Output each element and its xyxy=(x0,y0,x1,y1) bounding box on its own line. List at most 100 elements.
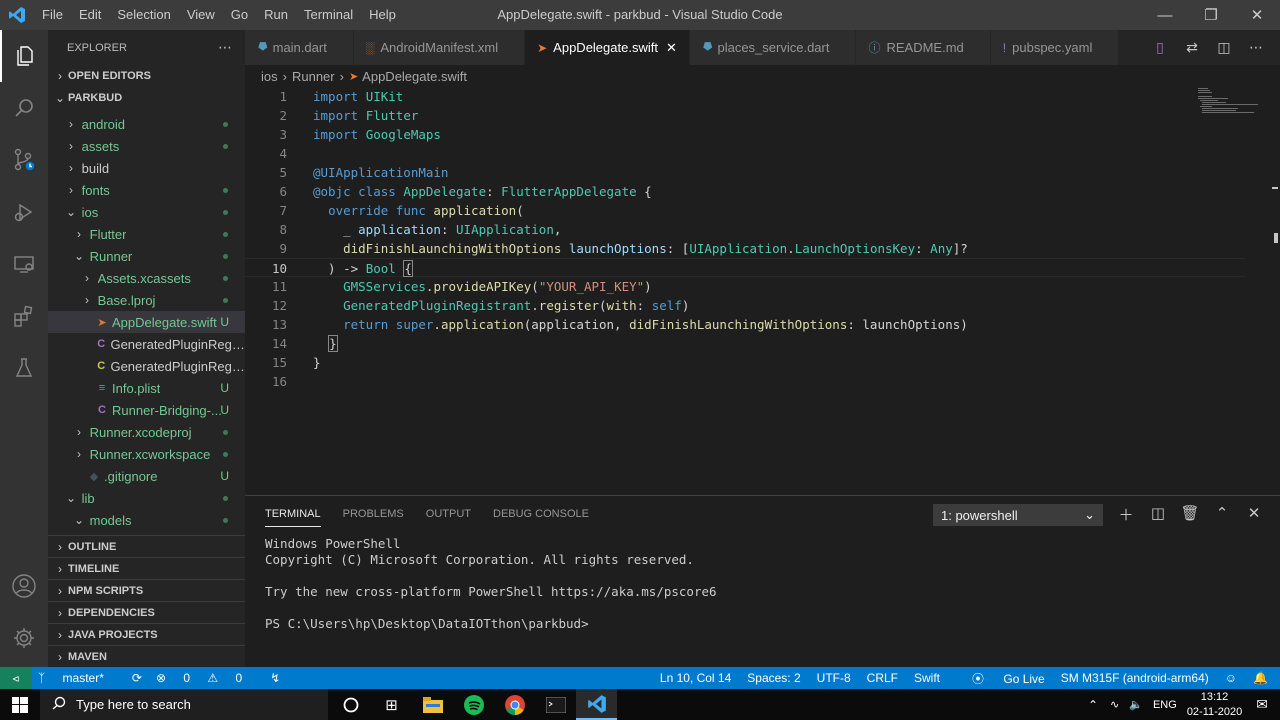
panel-tab-output[interactable]: OUTPUT xyxy=(426,508,471,527)
section-npm-scripts[interactable]: › NPM SCRIPTS xyxy=(48,579,245,601)
project-section[interactable]: ⌄ PARKBUD xyxy=(48,87,245,109)
close-panel-icon[interactable]: ✕ xyxy=(1238,504,1270,525)
terminal-app-icon[interactable] xyxy=(535,689,576,720)
tree-item[interactable]: › android xyxy=(48,113,245,135)
restore-icon[interactable]: ❐ xyxy=(1188,0,1234,30)
go-live-button[interactable]: ⦿ Go Live xyxy=(956,670,1045,687)
cursor-position[interactable]: Ln 10, Col 14 xyxy=(660,671,731,685)
menu-run[interactable]: Run xyxy=(256,0,296,30)
spotify-icon[interactable] xyxy=(453,689,494,720)
lightning-icon[interactable]: ↯ xyxy=(270,671,280,685)
panel-tab-debug-console[interactable]: DEBUG CONSOLE xyxy=(493,508,589,527)
tab-places-service-dart[interactable]: ⯂ places_service.dart xyxy=(689,30,857,65)
tree-item[interactable]: ⌄ ios xyxy=(48,201,245,223)
device-selector[interactable]: SM M315F (android-arm64) xyxy=(1061,671,1209,685)
run-debug-icon[interactable] xyxy=(0,186,48,238)
terminal-select[interactable]: 1: powershell ⌄ xyxy=(933,504,1103,526)
testing-flask-icon[interactable] xyxy=(0,342,48,394)
tab-androidmanifest-xml[interactable]: ░ AndroidManifest.xml xyxy=(353,30,526,65)
menu-file[interactable]: File xyxy=(34,0,71,30)
tree-item[interactable]: ◆ .gitignore U xyxy=(48,465,245,487)
notifications-bell-icon[interactable]: 🔔 xyxy=(1253,671,1268,685)
remote-icon[interactable]: ⪦ xyxy=(0,667,32,689)
vscode-taskbar-icon[interactable] xyxy=(576,689,617,720)
tree-item[interactable]: › assets xyxy=(48,135,245,157)
menu-help[interactable]: Help xyxy=(361,0,404,30)
code-editor[interactable]: 1 import UIKit 2 import Flutter 3 import Goog… xyxy=(245,87,1280,495)
tree-item[interactable]: ⌄ lib xyxy=(48,487,245,509)
minimize-icon[interactable]: — xyxy=(1142,0,1188,30)
breadcrumb-ios[interactable]: ios xyxy=(261,69,278,84)
tree-item[interactable]: ≡ Info.plist U xyxy=(48,377,245,399)
tab-main-dart[interactable]: ⯂ main.dart xyxy=(245,30,354,65)
problems-status[interactable]: ⊗ 0 ⚠ 0 xyxy=(156,671,256,685)
tree-item[interactable]: C Runner-Bridging-... U xyxy=(48,399,245,421)
tree-item[interactable]: › Flutter xyxy=(48,223,245,245)
panel-tab-problems[interactable]: PROBLEMS xyxy=(343,508,404,527)
tree-item[interactable]: ⌄ models xyxy=(48,509,245,531)
editor-scrollbar[interactable] xyxy=(1266,87,1280,495)
end-of-line[interactable]: CRLF xyxy=(867,671,898,685)
account-icon[interactable] xyxy=(0,560,48,612)
more-actions-icon[interactable]: ⋯ xyxy=(218,39,233,56)
open-changes-icon[interactable]: ▯ xyxy=(1144,39,1176,56)
menu-view[interactable]: View xyxy=(179,0,223,30)
menu-selection[interactable]: Selection xyxy=(109,0,178,30)
section-timeline[interactable]: › TIMELINE xyxy=(48,557,245,579)
menu-edit[interactable]: Edit xyxy=(71,0,109,30)
search-icon[interactable] xyxy=(0,82,48,134)
close-window-icon[interactable]: ✕ xyxy=(1234,0,1280,30)
tree-item[interactable]: C GeneratedPluginRegistr... xyxy=(48,355,245,377)
language-indicator[interactable]: ENG xyxy=(1153,699,1177,711)
close-tab-icon[interactable]: ✕ xyxy=(666,40,677,56)
menu-terminal[interactable]: Terminal xyxy=(296,0,361,30)
explorer-icon[interactable] xyxy=(0,30,48,82)
task-view-icon[interactable]: ⊞ xyxy=(371,689,412,720)
menu-go[interactable]: Go xyxy=(223,0,256,30)
breadcrumb-file[interactable]: AppDelegate.swift xyxy=(362,69,467,84)
chrome-icon[interactable] xyxy=(494,689,535,720)
tree-item[interactable]: C GeneratedPluginRegistr... xyxy=(48,333,245,355)
section-outline[interactable]: › OUTLINE xyxy=(48,535,245,557)
tree-item[interactable]: › Assets.xcassets xyxy=(48,267,245,289)
tree-item[interactable]: › fonts xyxy=(48,179,245,201)
encoding[interactable]: UTF-8 xyxy=(817,671,851,685)
chevron-up-icon[interactable]: ⌃ xyxy=(1088,698,1098,712)
tree-item[interactable]: ⌄ Runner xyxy=(48,245,245,267)
remote-explorer-icon[interactable] xyxy=(0,238,48,290)
split-terminal-icon[interactable]: ◫ xyxy=(1142,504,1174,525)
compare-changes-icon[interactable]: ⇄ xyxy=(1176,39,1208,56)
clock[interactable]: 13:12 02-11-2020 xyxy=(1187,691,1242,718)
terminal-output[interactable]: Windows PowerShell Copyright (C) Microsof… xyxy=(265,536,717,632)
panel-tab-terminal[interactable]: TERMINAL xyxy=(265,508,321,527)
trash-icon[interactable]: 🗑 xyxy=(1174,504,1206,525)
tab-readme-md[interactable]: ⓘ README.md xyxy=(856,30,991,65)
maximize-panel-icon[interactable]: ⌃ xyxy=(1206,504,1238,525)
cortana-icon[interactable] xyxy=(330,689,371,720)
settings-gear-icon[interactable] xyxy=(0,612,48,664)
tree-item[interactable]: › build xyxy=(48,157,245,179)
branch-status[interactable]: ᛉ master* xyxy=(38,671,118,685)
breadcrumb-runner[interactable]: Runner xyxy=(292,69,335,84)
taskbar-search[interactable]: Type here to search xyxy=(40,689,328,720)
tab-appdelegate-swift[interactable]: ➤ AppDelegate.swift ✕ xyxy=(525,30,690,65)
wifi-icon[interactable]: ∿ xyxy=(1110,698,1119,711)
windows-start-icon[interactable] xyxy=(0,689,40,720)
tree-item[interactable]: › Base.lproj xyxy=(48,289,245,311)
tab-pubspec-yaml[interactable]: ! pubspec.yaml xyxy=(990,30,1120,65)
section-dependencies[interactable]: › DEPENDENCIES xyxy=(48,601,245,623)
extensions-icon[interactable] xyxy=(0,290,48,342)
new-terminal-icon[interactable]: ＋ xyxy=(1110,504,1142,525)
tree-item[interactable]: › Runner.xcworkspace xyxy=(48,443,245,465)
file-explorer-icon[interactable] xyxy=(412,689,453,720)
tree-item[interactable]: ➤ AppDelegate.swift U xyxy=(48,311,245,333)
tree-item[interactable]: › Runner.xcodeproj xyxy=(48,421,245,443)
source-control-icon[interactable] xyxy=(0,134,48,186)
split-editor-icon[interactable]: ◫ xyxy=(1208,39,1240,56)
feedback-icon[interactable]: ☺ xyxy=(1225,671,1237,685)
language-mode[interactable]: Swift xyxy=(914,671,940,685)
open-editors-section[interactable]: › OPEN EDITORS xyxy=(48,65,245,87)
indentation[interactable]: Spaces: 2 xyxy=(747,671,800,685)
sync-icon[interactable]: ⟳ xyxy=(132,671,142,685)
action-center-icon[interactable]: ✉ xyxy=(1256,696,1268,713)
